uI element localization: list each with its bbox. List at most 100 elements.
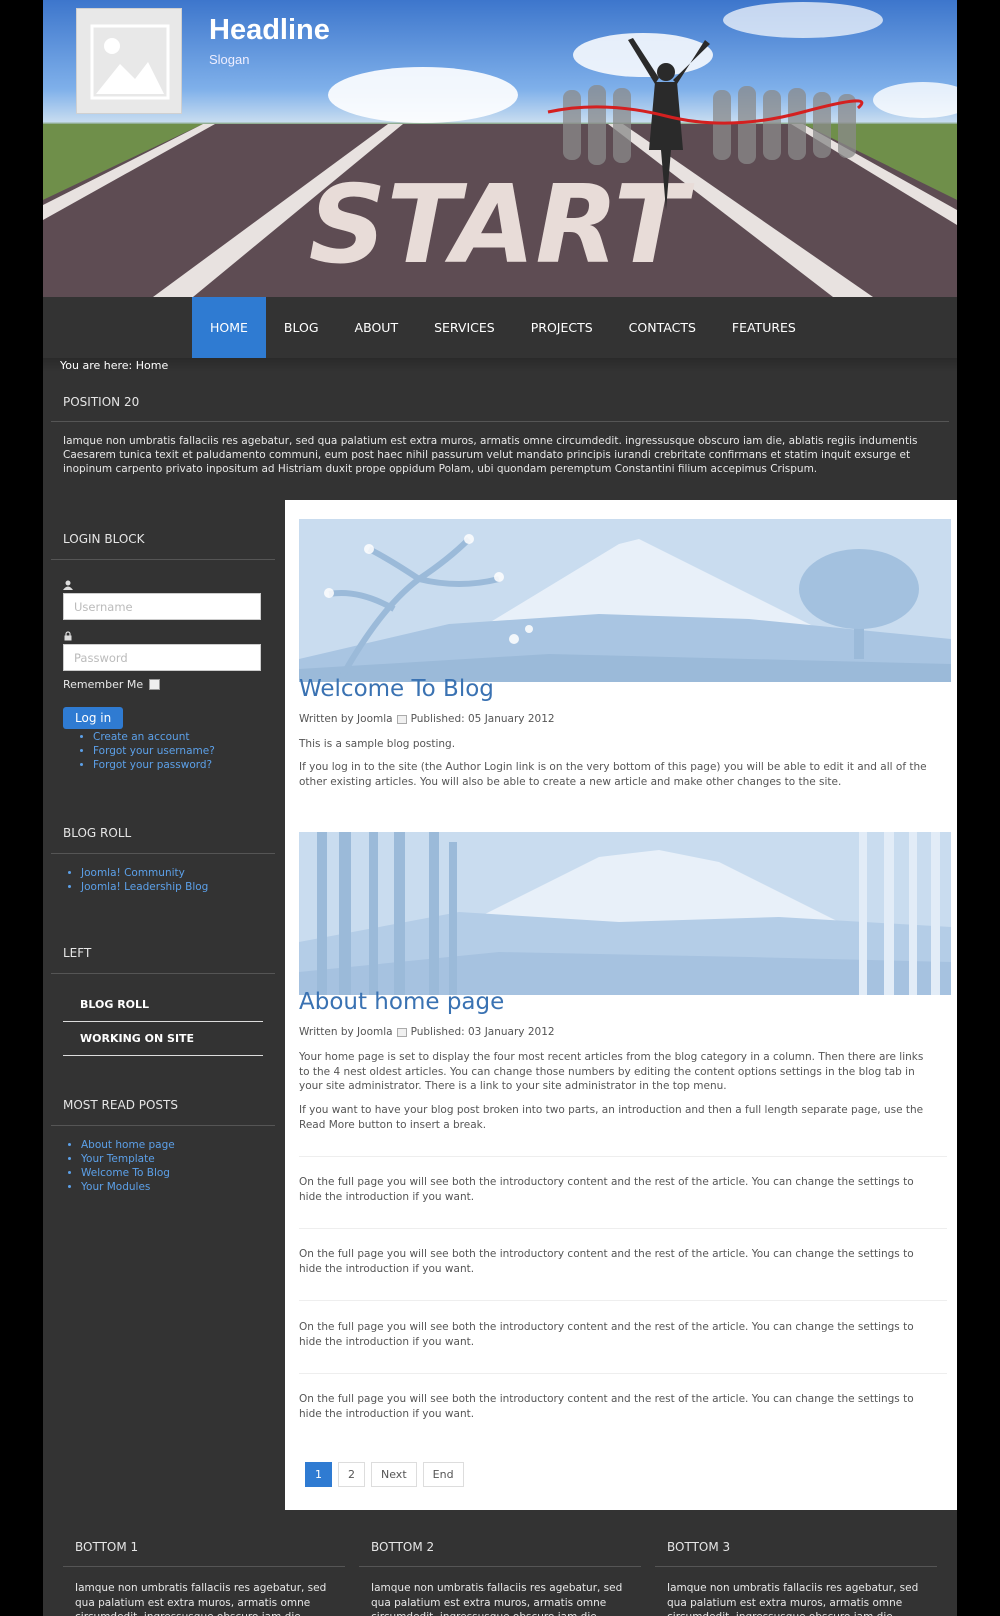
article-meta: Written by Joomla Published: 03 January … (299, 1026, 555, 1038)
module-text: Iamque non umbratis fallaciis res agebat… (63, 435, 918, 475)
login-button[interactable]: Log in (63, 707, 124, 729)
article-author: Written by Joomla (299, 713, 393, 725)
list-item[interactable]: Joomla! Community (81, 866, 275, 880)
nav-item-projects[interactable]: PROJECTS (513, 297, 611, 359)
module-title: BOTTOM 3 (655, 1530, 937, 1567)
main-navigation: HOME BLOG ABOUT SERVICES PROJECTS CONTAC… (43, 297, 957, 359)
module-title: LEFT (51, 934, 275, 974)
svg-text:START: START (309, 163, 695, 288)
divider (299, 1373, 947, 1374)
header-banner: START Headline Slogan (43, 0, 957, 297)
article-image-bamboo-mountain (299, 832, 951, 995)
module-title: POSITION 20 (51, 385, 949, 422)
position-20-module: POSITION 20 Iamque non umbratis fallacii… (51, 385, 949, 476)
most-read-link[interactable]: About home page (81, 1139, 175, 1151)
divider (299, 1156, 947, 1157)
most-read-link[interactable]: Welcome To Blog (81, 1167, 170, 1179)
blogroll-links: Joomla! Community Joomla! Leadership Blo… (51, 866, 275, 894)
breadcrumb: You are here: Home (60, 359, 168, 372)
remember-me-checkbox[interactable] (149, 679, 161, 690)
article-paragraph: If you log in to the site (the Author Lo… (299, 761, 927, 788)
most-read-link[interactable]: Your Template (81, 1153, 155, 1165)
site-headline[interactable]: Headline (209, 14, 330, 47)
nav-item-home[interactable]: HOME (192, 297, 266, 359)
intro-item: On the full page you will see both the i… (299, 1248, 914, 1275)
list-item[interactable]: Joomla! Leadership Blog (81, 880, 275, 894)
bottom-2-module: BOTTOM 2 Iamque non umbratis fallaciis r… (359, 1530, 641, 1616)
article-paragraph: This is a sample blog posting. (299, 738, 456, 750)
breadcrumb-current[interactable]: Home (136, 359, 168, 372)
password-input[interactable]: Password (63, 644, 261, 671)
user-icon (63, 580, 73, 590)
left-menu: BLOG ROLL WORKING ON SITE (51, 974, 275, 1056)
most-read-module: MOST READ POSTS About home page Your Tem… (51, 1086, 275, 1194)
list-item[interactable]: Your Modules (81, 1180, 275, 1194)
article-image-mountain-blossom (299, 519, 951, 682)
most-read-link[interactable]: Your Modules (81, 1181, 150, 1193)
module-title: MOST READ POSTS (51, 1086, 275, 1126)
nav-item-services[interactable]: SERVICES (416, 297, 513, 359)
module-text: Iamque non umbratis fallaciis res agebat… (371, 1582, 623, 1616)
image-placeholder-icon (90, 24, 170, 100)
remember-me-row: Remember Me (63, 678, 263, 691)
list-item[interactable]: Create an account (93, 730, 263, 744)
login-module: LOGIN BLOCK Username Password Remember M… (51, 520, 275, 772)
blogroll-module: BLOG ROLL Joomla! Community Joomla! Lead… (51, 814, 275, 894)
divider (299, 1300, 947, 1301)
calendar-icon (396, 714, 407, 724)
site-logo-placeholder[interactable] (76, 8, 182, 114)
nav-item-about[interactable]: ABOUT (337, 297, 417, 359)
site-slogan: Slogan (209, 52, 250, 67)
article-paragraph: If you want to have your blog post broke… (299, 1104, 924, 1131)
menu-item-working-on-site[interactable]: WORKING ON SITE (63, 1022, 263, 1056)
article-title[interactable]: About home page (299, 989, 504, 1015)
nav-shadow (43, 358, 957, 372)
lock-icon (64, 631, 72, 641)
nav-item-contacts[interactable]: CONTACTS (611, 297, 714, 359)
next-page-button[interactable]: Next (371, 1462, 417, 1487)
article-author: Written by Joomla (299, 1026, 393, 1038)
intro-item: On the full page you will see both the i… (299, 1321, 914, 1348)
page-1-button[interactable]: 1 (305, 1462, 332, 1487)
username-input[interactable]: Username (63, 593, 261, 620)
list-item[interactable]: Forgot your username? (93, 744, 263, 758)
blogroll-link[interactable]: Joomla! Community (81, 867, 185, 879)
list-item[interactable]: Forgot your password? (93, 758, 263, 772)
calendar-icon (396, 1027, 407, 1037)
list-item[interactable]: Your Template (81, 1152, 275, 1166)
article-title[interactable]: Welcome To Blog (299, 676, 494, 702)
login-links: Create an account Forgot your username? … (63, 730, 263, 772)
intro-item: On the full page you will see both the i… (299, 1393, 914, 1420)
left-sidebar: LOGIN BLOCK Username Password Remember M… (51, 520, 275, 1194)
list-item[interactable]: About home page (81, 1138, 275, 1152)
forgot-username-link[interactable]: Forgot your username? (93, 745, 215, 757)
article-published: Published: 05 January 2012 (410, 713, 555, 725)
divider (299, 1228, 947, 1229)
left-module: LEFT BLOG ROLL WORKING ON SITE (51, 934, 275, 1056)
module-title: BLOG ROLL (51, 814, 275, 854)
bottom-1-module: BOTTOM 1 Iamque non umbratis fallaciis r… (63, 1530, 345, 1616)
breadcrumb-prefix: You are here: (60, 359, 133, 372)
bottom-3-module: BOTTOM 3 Iamque non umbratis fallaciis r… (655, 1530, 937, 1616)
main-content: Welcome To Blog Written by Joomla Publis… (285, 500, 957, 1510)
module-text: Iamque non umbratis fallaciis res agebat… (75, 1582, 327, 1616)
create-account-link[interactable]: Create an account (93, 731, 189, 743)
article-paragraph: Your home page is set to display the fou… (299, 1051, 924, 1092)
intro-item: On the full page you will see both the i… (299, 1176, 914, 1203)
end-page-button[interactable]: End (422, 1462, 464, 1487)
menu-item-blog-roll[interactable]: BLOG ROLL (63, 988, 263, 1022)
nav-item-features[interactable]: FEATURES (714, 297, 814, 359)
page-2-button[interactable]: 2 (338, 1462, 365, 1487)
page: START Headline Slogan HOME BLOG ABOUT SE… (43, 0, 957, 1616)
article-published: Published: 03 January 2012 (410, 1026, 555, 1038)
pagination: 1 2 Next End (305, 1462, 464, 1487)
article-meta: Written by Joomla Published: 05 January … (299, 713, 555, 725)
blogroll-link[interactable]: Joomla! Leadership Blog (81, 881, 208, 893)
nav-item-blog[interactable]: BLOG (266, 297, 337, 359)
list-item[interactable]: Welcome To Blog (81, 1166, 275, 1180)
module-title: BOTTOM 1 (63, 1530, 345, 1567)
forgot-password-link[interactable]: Forgot your password? (93, 759, 212, 771)
module-title: BOTTOM 2 (359, 1530, 641, 1567)
most-read-links: About home page Your Template Welcome To… (51, 1138, 275, 1194)
module-text: Iamque non umbratis fallaciis res agebat… (667, 1582, 919, 1616)
